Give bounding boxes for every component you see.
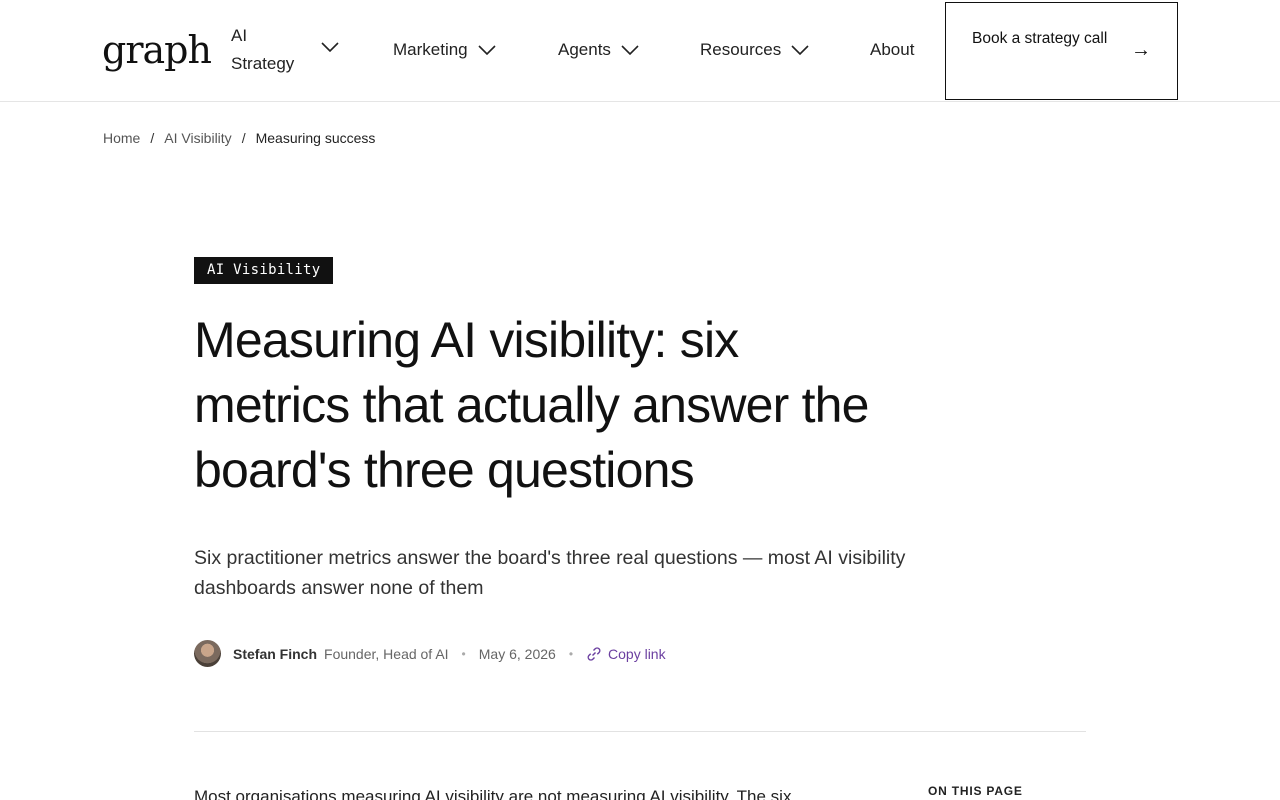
nav-ai-strategy[interactable]: AI Strategy <box>231 22 341 78</box>
nav-resources-label: Resources <box>700 40 782 59</box>
chevron-down-icon <box>621 45 639 55</box>
divider <box>194 731 1086 732</box>
meta-separator: • <box>568 646 574 661</box>
article-body-first-line: Most organisations measuring AI visibili… <box>194 787 792 800</box>
breadcrumb: Home / AI Visibility / Measuring success <box>103 130 375 146</box>
page-title: Measuring AI visibility: six metrics tha… <box>194 312 870 498</box>
nav-about-label: About <box>870 40 915 59</box>
breadcrumb-current: Measuring success <box>255 130 376 146</box>
nav-marketing[interactable]: Marketing <box>393 36 496 64</box>
publish-date: May 6, 2026 <box>478 645 556 662</box>
copy-link-button[interactable]: Copy link <box>586 646 666 662</box>
chevron-down-icon <box>478 45 496 55</box>
site-header: graph AI Strategy Marketing Agents Resou… <box>0 0 1280 102</box>
nav-ai-strategy-label: AI Strategy <box>231 26 295 73</box>
toc-heading: ON THIS PAGE <box>928 784 1023 798</box>
avatar <box>194 640 221 667</box>
author-name[interactable]: Stefan Finch <box>233 646 317 662</box>
nav-resources[interactable]: Resources <box>700 36 809 64</box>
link-icon <box>587 646 601 661</box>
meta-separator: • <box>461 646 466 661</box>
cta-label: Book a strategy call <box>972 30 1108 47</box>
book-strategy-call-button[interactable]: Book a strategy call → <box>945 2 1178 100</box>
article-meta: Stefan Finch Founder, Head of AI • May 6… <box>194 640 666 667</box>
breadcrumb-ai-visibility[interactable]: AI Visibility <box>164 130 231 146</box>
logo[interactable]: graph <box>102 28 212 72</box>
arrow-right-icon: → <box>1131 39 1151 61</box>
author-role: Founder, Head of AI <box>324 645 449 662</box>
nav-about[interactable]: About <box>870 36 914 64</box>
copy-link-label: Copy link <box>608 645 666 662</box>
breadcrumb-home[interactable]: Home <box>103 130 140 146</box>
chevron-down-icon <box>321 42 339 52</box>
article-subtitle: Six practitioner metrics answer the boar… <box>194 547 906 599</box>
nav-agents[interactable]: Agents <box>558 36 639 64</box>
breadcrumb-separator: / <box>150 130 155 146</box>
breadcrumb-separator: / <box>241 130 246 146</box>
chevron-down-icon <box>791 45 809 55</box>
category-tag[interactable]: AI Visibility <box>194 257 334 284</box>
nav-agents-label: Agents <box>558 40 611 59</box>
nav-marketing-label: Marketing <box>393 40 468 59</box>
